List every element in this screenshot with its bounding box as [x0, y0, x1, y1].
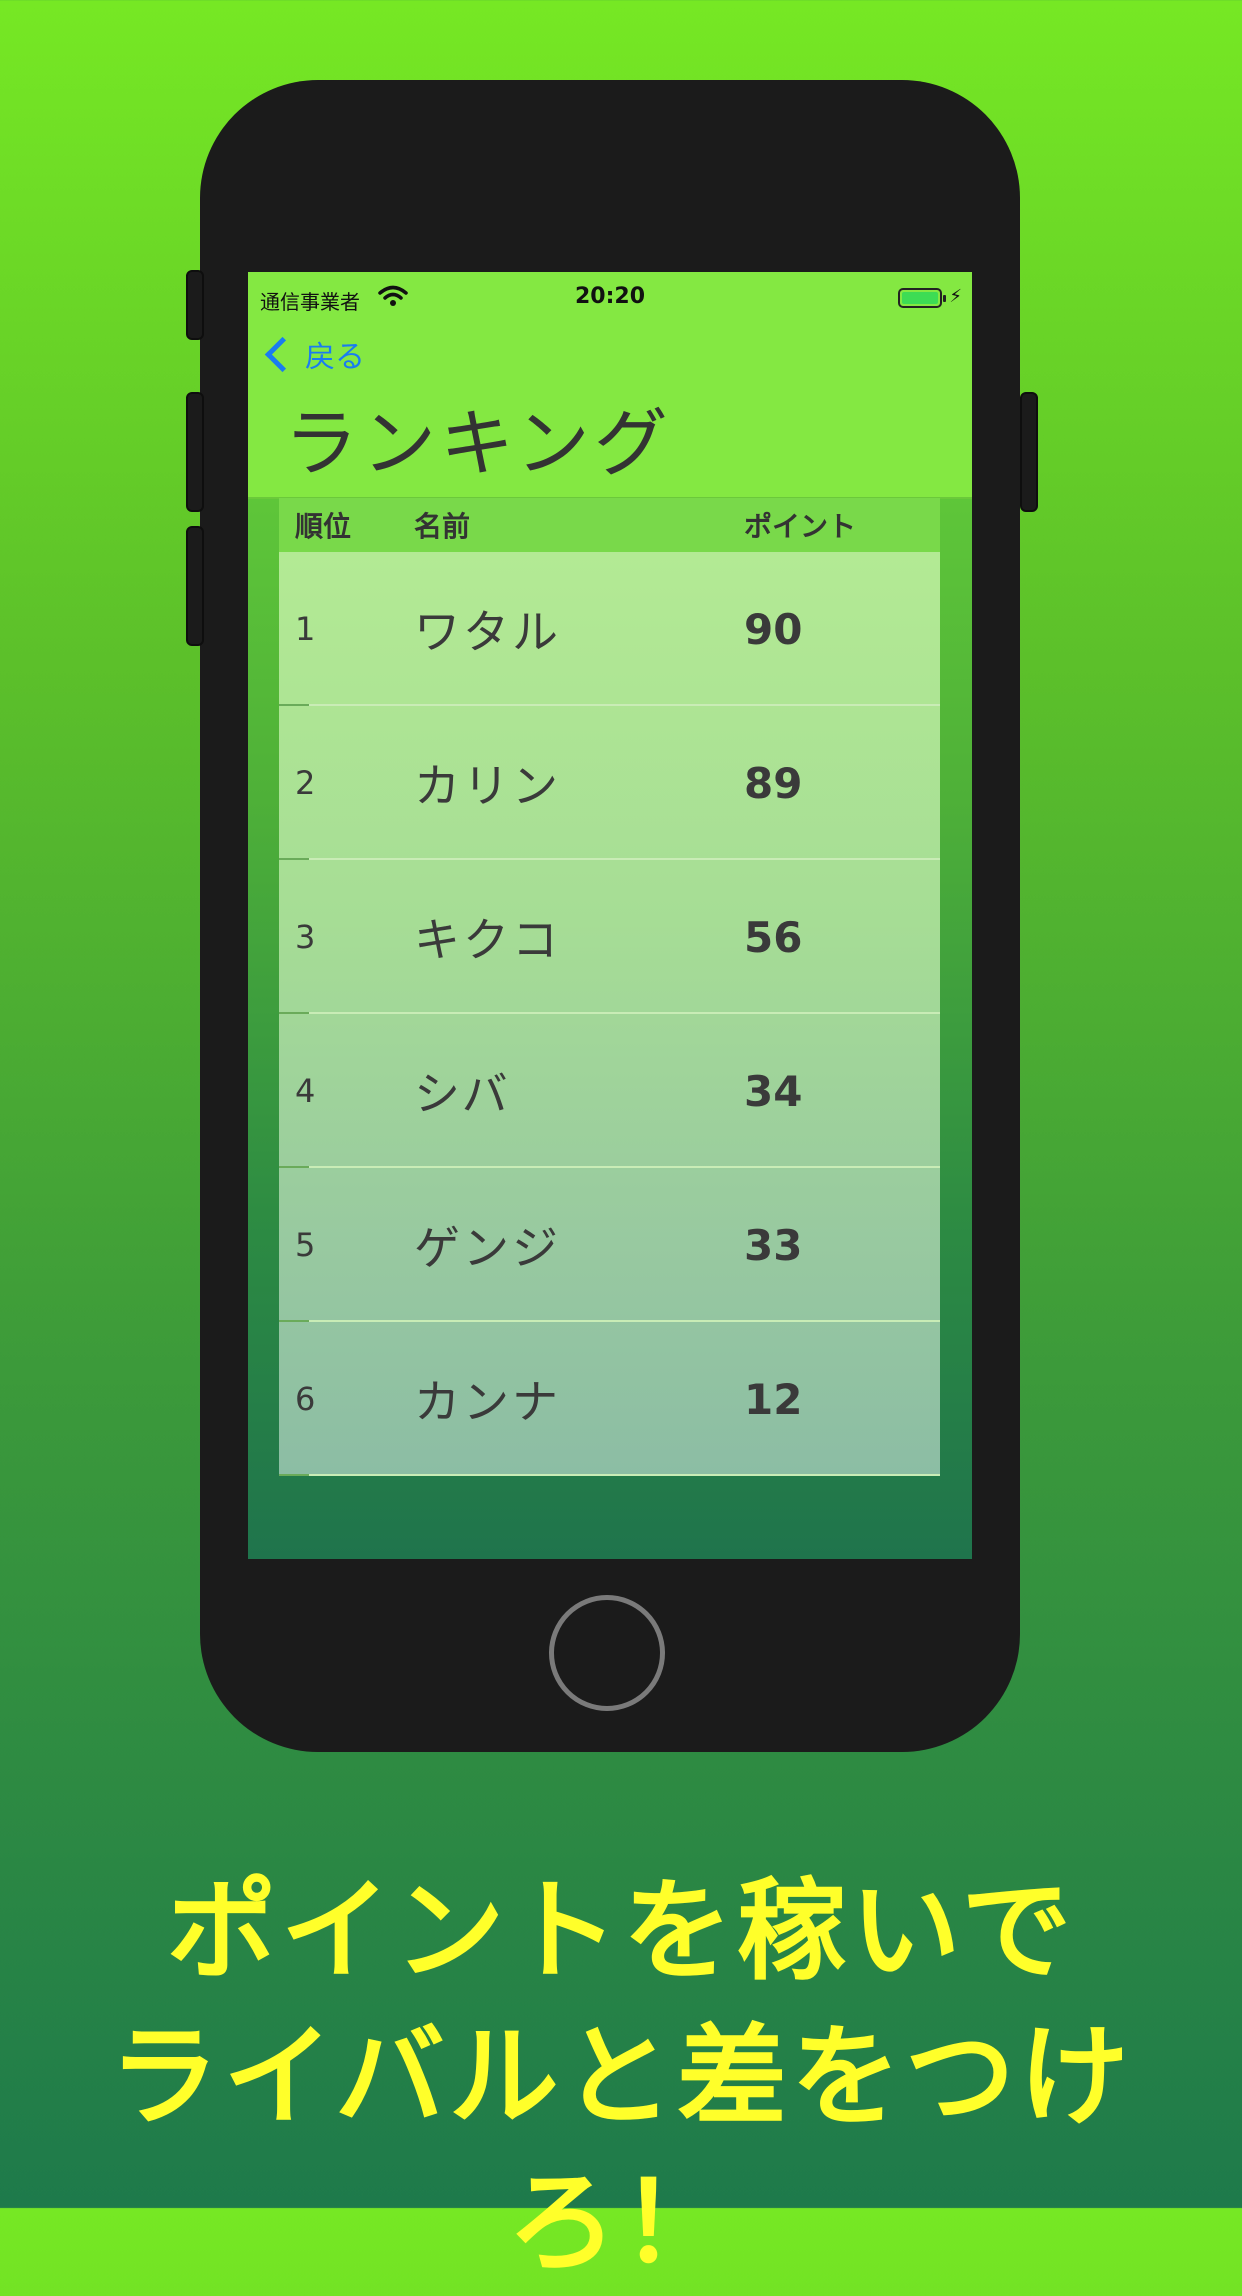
rank-cell: 1: [295, 610, 316, 648]
table-row[interactable]: 5 ゲンジ 33: [279, 1168, 940, 1322]
battery-icon: [898, 288, 946, 308]
points-cell: 89: [744, 758, 803, 808]
header-rank: 順位: [295, 510, 352, 543]
back-button-label: 戻る: [305, 340, 365, 375]
power-button: [1020, 392, 1038, 512]
status-bar: 通信事業者 20:20 ⚡: [248, 282, 972, 318]
caption-line-2: ライバルと差をつけろ！: [109, 2013, 1133, 2287]
rank-cell: 4: [295, 1072, 316, 1110]
home-button[interactable]: [549, 1595, 665, 1711]
table-row[interactable]: 2 カリン 89: [279, 706, 940, 860]
back-button[interactable]: 戻る: [262, 332, 365, 376]
table-row[interactable]: 4 シバ 34: [279, 1014, 940, 1168]
name-cell: シバ: [414, 1067, 511, 1121]
points-cell: 12: [744, 1374, 803, 1424]
row-separator: [279, 1166, 309, 1168]
row-separator: [279, 1012, 309, 1014]
header-points: ポイント: [744, 510, 857, 543]
volume-up-button: [186, 392, 204, 512]
table-body: 1 ワタル 90 2 カリン 89 3 キクコ 56 4 シバ 34 5 ゲンジ…: [279, 552, 940, 1476]
points-cell: 34: [744, 1066, 803, 1116]
chevron-left-icon: [264, 336, 301, 372]
name-cell: カリン: [414, 759, 561, 813]
rank-cell: 3: [295, 918, 316, 956]
points-cell: 90: [744, 604, 803, 654]
name-cell: カンナ: [414, 1375, 561, 1429]
rank-cell: 2: [295, 764, 316, 802]
points-cell: 56: [744, 912, 803, 962]
charging-icon: ⚡: [949, 286, 962, 307]
row-separator: [279, 1320, 309, 1322]
table-row[interactable]: 6 カンナ 12: [279, 1322, 940, 1476]
header-name: 名前: [414, 510, 471, 543]
row-separator: [279, 1474, 309, 1476]
rank-cell: 6: [295, 1380, 316, 1418]
promo-caption: ポイントを稼いで ライバルと差をつけろ！: [0, 1858, 1242, 2296]
name-cell: キクコ: [414, 913, 561, 967]
navigation-bar: 通信事業者 20:20 ⚡ 戻る ランキング: [248, 272, 972, 499]
status-time: 20:20: [574, 284, 646, 309]
points-cell: 33: [744, 1220, 803, 1270]
row-separator: [279, 704, 309, 706]
table-row[interactable]: 1 ワタル 90: [279, 552, 940, 706]
page-title: ランキング: [284, 401, 672, 487]
caption-line-1: ポイントを稼いで: [166, 1867, 1076, 1995]
volume-down-button: [186, 526, 204, 646]
name-cell: ワタル: [414, 605, 561, 659]
silent-switch: [186, 270, 204, 340]
table-header: 順位 名前 ポイント: [279, 498, 940, 552]
row-separator: [279, 858, 309, 860]
rank-cell: 5: [295, 1226, 316, 1264]
name-cell: ゲンジ: [414, 1221, 561, 1275]
phone-screen: 通信事業者 20:20 ⚡ 戻る ランキング 順位 名前 ポイント 1 ワタル: [248, 272, 972, 1559]
ranking-table: 順位 名前 ポイント 1 ワタル 90 2 カリン 89 3 キクコ 56 4 …: [279, 498, 940, 1476]
table-row[interactable]: 3 キクコ 56: [279, 860, 940, 1014]
